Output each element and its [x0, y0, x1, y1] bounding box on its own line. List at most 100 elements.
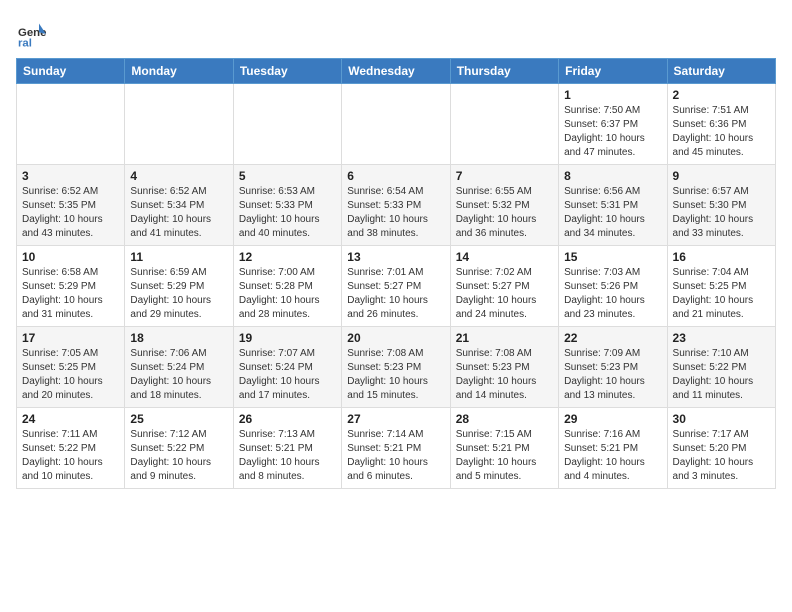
day-cell: 6Sunrise: 6:54 AM Sunset: 5:33 PM Daylig…	[342, 165, 450, 246]
weekday-header-monday: Monday	[125, 59, 233, 84]
day-number: 30	[673, 412, 770, 426]
day-number: 15	[564, 250, 661, 264]
day-cell	[342, 84, 450, 165]
week-row-4: 17 Sunrise: 7:05 AM Sunset: 5:25 PM Dayli…	[17, 327, 776, 408]
logo: Gene ral	[16, 20, 46, 48]
day-cell: 1 Sunrise: 7:50 AM Sunset: 6:37 PM Daylig…	[559, 84, 667, 165]
weekday-header-thursday: Thursday	[450, 59, 558, 84]
day-number: 8	[564, 169, 661, 183]
weekday-header-saturday: Saturday	[667, 59, 775, 84]
day-number: 2	[673, 88, 770, 102]
day-info: Sunrise: 7:04 AM Sunset: 5:25 PM Dayligh…	[673, 266, 770, 322]
day-cell: 23 Sunrise: 7:10 AM Sunset: 5:22 PM Dayli…	[667, 327, 775, 408]
day-cell: 22 Sunrise: 7:09 AM Sunset: 5:23 PM Dayli…	[559, 327, 667, 408]
day-info: Sunrise: 7:11 AM Sunset: 5:22 PM Dayligh…	[22, 428, 119, 484]
day-cell: 3Sunrise: 6:52 AM Sunset: 5:35 PM Daylig…	[17, 165, 125, 246]
day-info: Sunrise: 7:50 AM Sunset: 6:37 PM Dayligh…	[564, 104, 661, 160]
day-cell: 11 Sunrise: 6:59 AM Sunset: 5:29 PM Dayli…	[125, 246, 233, 327]
day-info: Sunrise: 7:10 AM Sunset: 5:22 PM Dayligh…	[673, 347, 770, 403]
day-info: Sunrise: 6:56 AM Sunset: 5:31 PM Dayligh…	[564, 185, 661, 241]
weekday-header-tuesday: Tuesday	[233, 59, 341, 84]
week-row-3: 10 Sunrise: 6:58 AM Sunset: 5:29 PM Dayli…	[17, 246, 776, 327]
day-info: Sunrise: 6:53 AM Sunset: 5:33 PM Dayligh…	[239, 185, 336, 241]
day-cell: 12 Sunrise: 7:00 AM Sunset: 5:28 PM Dayli…	[233, 246, 341, 327]
day-cell: 17 Sunrise: 7:05 AM Sunset: 5:25 PM Dayli…	[17, 327, 125, 408]
day-cell: 27Sunrise: 7:14 AM Sunset: 5:21 PM Dayli…	[342, 408, 450, 489]
day-cell: 25 Sunrise: 7:12 AM Sunset: 5:22 PM Dayli…	[125, 408, 233, 489]
day-info: Sunrise: 7:09 AM Sunset: 5:23 PM Dayligh…	[564, 347, 661, 403]
day-number: 12	[239, 250, 336, 264]
day-info: Sunrise: 7:06 AM Sunset: 5:24 PM Dayligh…	[130, 347, 227, 403]
day-info: Sunrise: 7:14 AM Sunset: 5:21 PM Dayligh…	[347, 428, 444, 484]
day-cell: 2 Sunrise: 7:51 AM Sunset: 6:36 PM Daylig…	[667, 84, 775, 165]
day-cell	[450, 84, 558, 165]
day-number: 25	[130, 412, 227, 426]
day-info: Sunrise: 7:17 AM Sunset: 5:20 PM Dayligh…	[673, 428, 770, 484]
day-cell: 26 Sunrise: 7:13 AM Sunset: 5:21 PM Dayli…	[233, 408, 341, 489]
day-cell: 18 Sunrise: 7:06 AM Sunset: 5:24 PM Dayli…	[125, 327, 233, 408]
day-number: 14	[456, 250, 553, 264]
day-cell: 7Sunrise: 6:55 AM Sunset: 5:32 PM Daylig…	[450, 165, 558, 246]
day-number: 19	[239, 331, 336, 345]
day-cell: 15 Sunrise: 7:03 AM Sunset: 5:26 PM Dayli…	[559, 246, 667, 327]
svg-text:ral: ral	[18, 37, 32, 48]
day-info: Sunrise: 6:58 AM Sunset: 5:29 PM Dayligh…	[22, 266, 119, 322]
day-cell: 28 Sunrise: 7:15 AM Sunset: 5:21 PM Dayli…	[450, 408, 558, 489]
day-number: 28	[456, 412, 553, 426]
week-row-5: 24 Sunrise: 7:11 AM Sunset: 5:22 PM Dayli…	[17, 408, 776, 489]
day-number: 17	[22, 331, 119, 345]
day-number: 18	[130, 331, 227, 345]
day-cell: 21 Sunrise: 7:08 AM Sunset: 5:23 PM Dayli…	[450, 327, 558, 408]
calendar-table: SundayMondayTuesdayWednesdayThursdayFrid…	[16, 58, 776, 489]
day-cell: 5Sunrise: 6:53 AM Sunset: 5:33 PM Daylig…	[233, 165, 341, 246]
day-info: Sunrise: 6:59 AM Sunset: 5:29 PM Dayligh…	[130, 266, 227, 322]
day-info: Sunrise: 7:13 AM Sunset: 5:21 PM Dayligh…	[239, 428, 336, 484]
day-info: Sunrise: 7:03 AM Sunset: 5:26 PM Dayligh…	[564, 266, 661, 322]
day-number: 23	[673, 331, 770, 345]
day-number: 24	[22, 412, 119, 426]
day-number: 11	[130, 250, 227, 264]
day-info: Sunrise: 7:00 AM Sunset: 5:28 PM Dayligh…	[239, 266, 336, 322]
week-row-2: 3Sunrise: 6:52 AM Sunset: 5:35 PM Daylig…	[17, 165, 776, 246]
day-number: 29	[564, 412, 661, 426]
weekday-header-friday: Friday	[559, 59, 667, 84]
day-cell: 10 Sunrise: 6:58 AM Sunset: 5:29 PM Dayli…	[17, 246, 125, 327]
day-number: 26	[239, 412, 336, 426]
day-number: 20	[347, 331, 444, 345]
day-info: Sunrise: 7:08 AM Sunset: 5:23 PM Dayligh…	[456, 347, 553, 403]
day-number: 22	[564, 331, 661, 345]
day-cell	[233, 84, 341, 165]
day-info: Sunrise: 6:57 AM Sunset: 5:30 PM Dayligh…	[673, 185, 770, 241]
day-cell	[17, 84, 125, 165]
day-cell: 9Sunrise: 6:57 AM Sunset: 5:30 PM Daylig…	[667, 165, 775, 246]
day-cell: 13 Sunrise: 7:01 AM Sunset: 5:27 PM Dayli…	[342, 246, 450, 327]
day-number: 3	[22, 169, 119, 183]
day-number: 16	[673, 250, 770, 264]
weekday-header-wednesday: Wednesday	[342, 59, 450, 84]
day-info: Sunrise: 7:05 AM Sunset: 5:25 PM Dayligh…	[22, 347, 119, 403]
header: Gene ral	[16, 16, 776, 48]
day-info: Sunrise: 7:08 AM Sunset: 5:23 PM Dayligh…	[347, 347, 444, 403]
day-info: Sunrise: 7:16 AM Sunset: 5:21 PM Dayligh…	[564, 428, 661, 484]
day-cell: 24 Sunrise: 7:11 AM Sunset: 5:22 PM Dayli…	[17, 408, 125, 489]
weekday-header-sunday: Sunday	[17, 59, 125, 84]
day-number: 1	[564, 88, 661, 102]
day-number: 10	[22, 250, 119, 264]
day-info: Sunrise: 7:07 AM Sunset: 5:24 PM Dayligh…	[239, 347, 336, 403]
day-number: 21	[456, 331, 553, 345]
day-number: 13	[347, 250, 444, 264]
day-info: Sunrise: 6:52 AM Sunset: 5:34 PM Dayligh…	[130, 185, 227, 241]
day-cell: 4Sunrise: 6:52 AM Sunset: 5:34 PM Daylig…	[125, 165, 233, 246]
day-cell: 14Sunrise: 7:02 AM Sunset: 5:27 PM Dayli…	[450, 246, 558, 327]
day-info: Sunrise: 7:15 AM Sunset: 5:21 PM Dayligh…	[456, 428, 553, 484]
week-row-1: 1 Sunrise: 7:50 AM Sunset: 6:37 PM Daylig…	[17, 84, 776, 165]
day-info: Sunrise: 7:51 AM Sunset: 6:36 PM Dayligh…	[673, 104, 770, 160]
weekday-header-row: SundayMondayTuesdayWednesdayThursdayFrid…	[17, 59, 776, 84]
logo-icon: Gene ral	[18, 20, 46, 48]
day-info: Sunrise: 7:12 AM Sunset: 5:22 PM Dayligh…	[130, 428, 227, 484]
day-info: Sunrise: 6:54 AM Sunset: 5:33 PM Dayligh…	[347, 185, 444, 241]
day-info: Sunrise: 7:01 AM Sunset: 5:27 PM Dayligh…	[347, 266, 444, 322]
day-cell: 16 Sunrise: 7:04 AM Sunset: 5:25 PM Dayli…	[667, 246, 775, 327]
day-cell	[125, 84, 233, 165]
day-cell: 8 Sunrise: 6:56 AM Sunset: 5:31 PM Daylig…	[559, 165, 667, 246]
